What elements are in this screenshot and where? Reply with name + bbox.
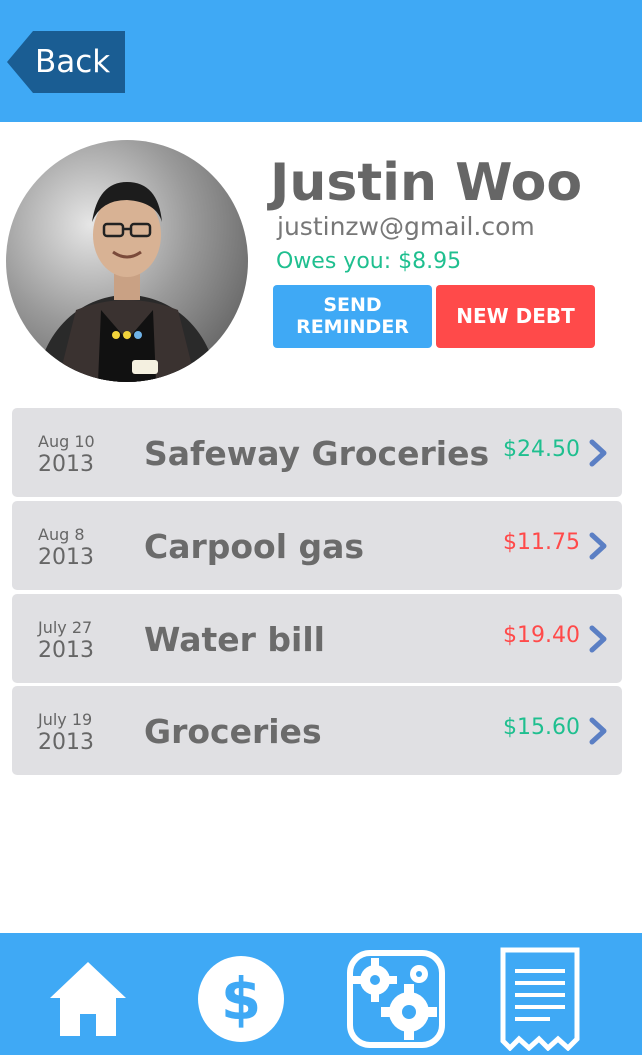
debt-title: Safeway Groceries xyxy=(144,434,490,473)
contact-name: Justin Woo xyxy=(270,153,583,213)
debt-date: July 19 xyxy=(38,710,93,729)
chevron-right-icon xyxy=(589,717,607,745)
chevron-right-icon xyxy=(589,532,607,560)
debt-amount: $15.60 xyxy=(503,715,580,740)
debt-amount: $19.40 xyxy=(503,623,580,648)
send-reminder-label-line1: SEND xyxy=(323,294,382,316)
debt-date: Aug 8 xyxy=(38,525,85,544)
bottom-nav: $ xyxy=(0,933,642,1055)
contact-email: justinzw@gmail.com xyxy=(277,212,535,241)
debt-title: Water bill xyxy=(144,620,325,659)
debt-title: Carpool gas xyxy=(144,527,365,566)
receipt-icon[interactable] xyxy=(500,947,580,1051)
gears-icon[interactable] xyxy=(347,950,445,1048)
debt-year: 2013 xyxy=(38,638,94,663)
debt-row[interactable]: July 19 2013 Groceries $15.60 xyxy=(12,686,622,775)
back-button[interactable]: Back xyxy=(7,31,125,93)
debt-row[interactable]: Aug 10 2013 Safeway Groceries $24.50 xyxy=(12,408,622,497)
debt-date: Aug 10 xyxy=(38,432,95,451)
chevron-right-icon xyxy=(589,625,607,653)
debt-amount: $11.75 xyxy=(503,530,580,555)
send-reminder-label-line2: REMINDER xyxy=(296,316,409,338)
top-bar: Back xyxy=(0,0,642,122)
debt-row[interactable]: Aug 8 2013 Carpool gas $11.75 xyxy=(12,501,622,590)
avatar xyxy=(6,140,248,382)
avatar-photo xyxy=(37,182,217,382)
send-reminder-button[interactable]: SEND REMINDER xyxy=(273,285,432,348)
debt-amount: $24.50 xyxy=(503,437,580,462)
svg-text:$: $ xyxy=(221,965,261,1033)
debt-year: 2013 xyxy=(38,452,94,477)
home-icon[interactable] xyxy=(48,958,128,1038)
new-debt-button[interactable]: NEW DEBT xyxy=(436,285,595,348)
debt-year: 2013 xyxy=(38,545,94,570)
debt-date: July 27 xyxy=(38,618,93,637)
debt-year: 2013 xyxy=(38,730,94,755)
dollar-icon[interactable]: $ xyxy=(197,955,285,1043)
chevron-right-icon xyxy=(589,439,607,467)
debt-title: Groceries xyxy=(144,712,322,751)
debt-row[interactable]: July 27 2013 Water bill $19.40 xyxy=(12,594,622,683)
owes-summary: Owes you: $8.95 xyxy=(276,249,462,274)
